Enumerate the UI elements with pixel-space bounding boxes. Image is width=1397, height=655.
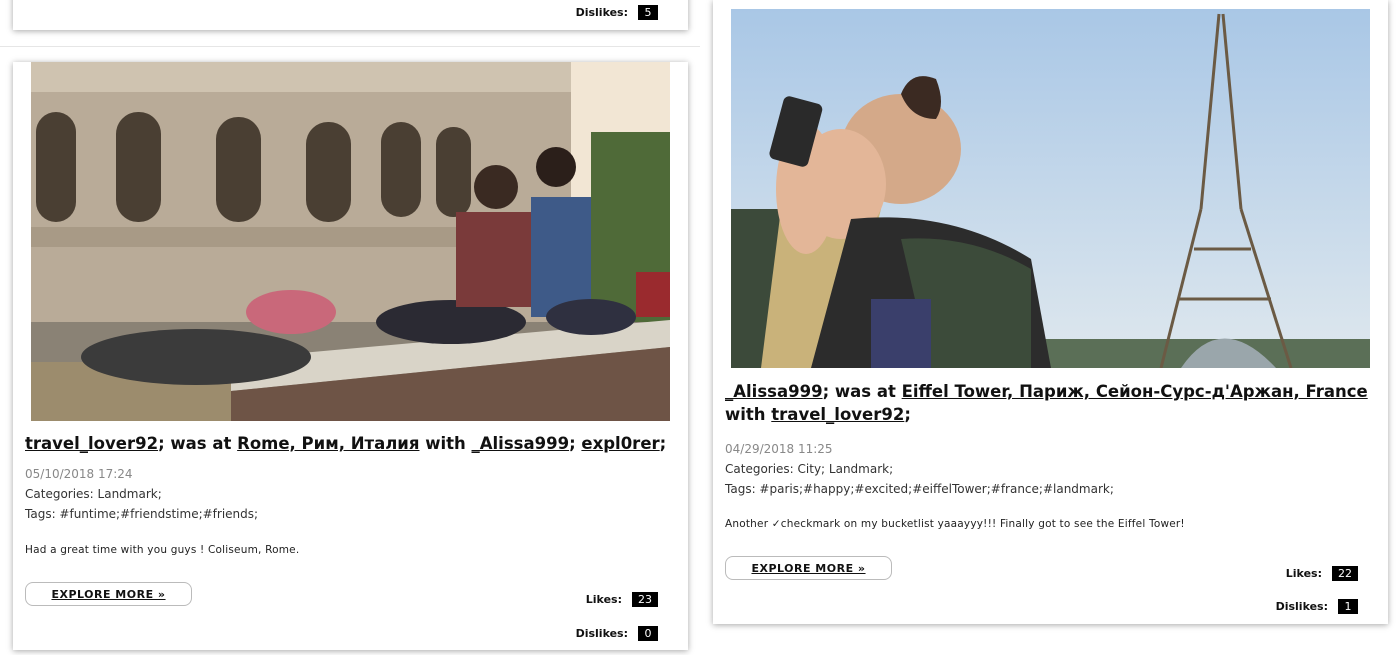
likes-counter: Likes: 23 xyxy=(586,592,658,607)
likes-counter: Likes: 22 xyxy=(1286,566,1358,581)
post-card: _Alissa999; was at Eiffel Tower, Париж, … xyxy=(713,0,1388,624)
friend-link[interactable]: _Alissa999 xyxy=(472,434,570,453)
dislikes-label: Dislikes: xyxy=(575,6,628,19)
post-headline: travel_lover92; was at Rome, Рим, Италия… xyxy=(25,434,667,453)
with-text: with xyxy=(725,405,772,424)
post-headline: _Alissa999; was at Eiffel Tower, Париж, … xyxy=(725,382,1368,424)
post-description: Had a great time with you guys ! Coliseu… xyxy=(25,544,300,556)
post-place-link[interactable]: Rome, Рим, Италия xyxy=(237,434,419,453)
post-photo-eiffel[interactable] xyxy=(731,9,1370,368)
dislikes-count: 1 xyxy=(1338,599,1358,614)
post-tags: Tags: #paris;#happy;#excited;#eiffelTowe… xyxy=(725,482,1114,496)
dislikes-label: Dislikes: xyxy=(575,627,628,640)
was-at-text: ; was at xyxy=(158,434,238,453)
likes-label: Likes: xyxy=(585,593,622,606)
post-categories: Categories: City; Landmark; xyxy=(725,462,894,476)
post-place-link[interactable]: Eiffel Tower, Париж, Сейон-Сурс-д'Аржан,… xyxy=(902,382,1368,401)
friend-link[interactable]: expl0rer xyxy=(581,434,659,453)
post-photo-colosseum[interactable] xyxy=(31,62,670,421)
dislikes-counter: Dislikes: 5 xyxy=(576,5,658,20)
friend-link[interactable]: travel_lover92 xyxy=(771,405,904,424)
post-card: travel_lover92; was at Rome, Рим, Италия… xyxy=(13,62,688,650)
dislikes-label: Dislikes: xyxy=(1275,600,1328,613)
post-date: 04/29/2018 11:25 xyxy=(725,442,833,456)
likes-label: Likes: xyxy=(1285,567,1322,580)
top-post-card: Dislikes: 5 xyxy=(13,0,688,30)
post-tags: Tags: #funtime;#friendstime;#friends; xyxy=(25,507,259,521)
post-date: 05/10/2018 17:24 xyxy=(25,467,133,481)
dislikes-count: 5 xyxy=(638,5,658,20)
dislikes-count: 0 xyxy=(638,626,658,641)
dislikes-counter: Dislikes: 0 xyxy=(576,626,658,641)
likes-count: 22 xyxy=(1332,566,1358,581)
post-user-link[interactable]: travel_lover92 xyxy=(25,434,158,453)
explore-more-button[interactable]: EXPLORE MORE » xyxy=(25,582,192,606)
post-categories: Categories: Landmark; xyxy=(25,487,162,501)
was-at-text: ; was at xyxy=(822,382,902,401)
likes-count: 23 xyxy=(632,592,658,607)
with-text: with xyxy=(419,434,472,453)
dislikes-counter: Dislikes: 1 xyxy=(1276,599,1358,614)
feed-divider xyxy=(0,46,700,47)
post-description: Another ✓checkmark on my bucketlist yaaa… xyxy=(725,518,1185,530)
post-user-link[interactable]: _Alissa999 xyxy=(725,382,823,401)
explore-more-button[interactable]: EXPLORE MORE » xyxy=(725,556,892,580)
